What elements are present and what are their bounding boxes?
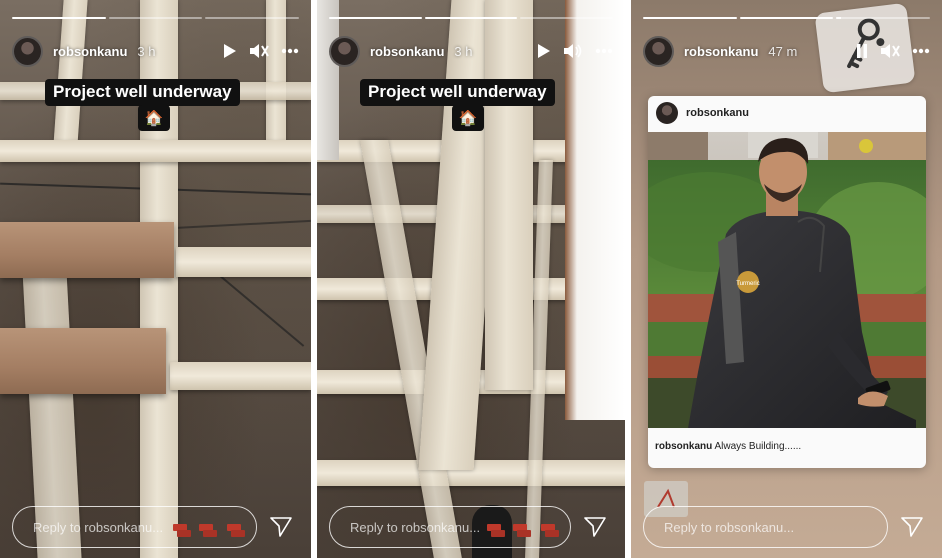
house-emoji-sticker: 🏠: [138, 105, 170, 131]
username[interactable]: robsonkanu: [53, 44, 127, 59]
progress-segment: [739, 17, 834, 19]
story-panel-1[interactable]: robsonkanu 3 h Project well underway 🏠: [0, 0, 311, 558]
reply-bar: [643, 506, 930, 548]
bricks-sticker-icon[interactable]: [485, 518, 563, 543]
more-options-icon[interactable]: [912, 48, 930, 54]
shared-post-caption: robsonkanu Always Building......: [655, 441, 801, 452]
shared-post-avatar: [656, 102, 678, 124]
story-header: robsonkanu 3 h: [12, 35, 299, 67]
shared-post-username: robsonkanu: [686, 107, 749, 119]
shared-post-header: robsonkanu: [648, 96, 926, 130]
avatar[interactable]: [12, 35, 43, 67]
story-progress-bar: [12, 17, 300, 19]
paper-plane-send-icon[interactable]: [263, 509, 299, 545]
username[interactable]: robsonkanu: [684, 44, 758, 59]
username[interactable]: robsonkanu: [370, 44, 444, 59]
progress-segment: [329, 17, 422, 19]
speaker-muted-icon[interactable]: [249, 42, 269, 60]
play-icon[interactable]: [537, 43, 551, 59]
progress-segment: [836, 17, 842, 19]
paper-plane-send-icon[interactable]: [577, 509, 613, 545]
avatar[interactable]: [643, 35, 674, 67]
reply-bar: [12, 506, 299, 548]
more-options-icon[interactable]: [281, 48, 299, 54]
story-panel-2[interactable]: robsonkanu 3 h Project well underway 🏠: [317, 0, 625, 558]
play-icon[interactable]: [223, 43, 237, 59]
story-text-sticker: Project well underway: [360, 79, 555, 106]
speaker-muted-icon[interactable]: [880, 42, 900, 60]
story-header: robsonkanu 47 m: [643, 35, 930, 67]
story-panel-3[interactable]: robsonkanu 47 m robsonkanu Turmeric robs…: [631, 0, 942, 558]
story-text-sticker: Project well underway: [45, 79, 240, 106]
progress-segment: [12, 17, 106, 19]
story-progress-bar: [329, 17, 614, 19]
post-time: 47 m: [768, 43, 798, 59]
shared-post-card[interactable]: robsonkanu Turmeric robsonkanu Always Bu…: [648, 96, 926, 468]
more-options-icon[interactable]: [595, 48, 613, 54]
bricks-sticker-icon[interactable]: [171, 518, 249, 538]
avatar[interactable]: [329, 35, 360, 67]
house-emoji-sticker: 🏠: [452, 105, 484, 131]
post-time: 3 h: [137, 43, 156, 59]
paper-plane-send-icon[interactable]: [894, 509, 930, 545]
story-progress-bar: [643, 17, 931, 19]
post-time: 3 h: [454, 43, 473, 59]
pause-icon[interactable]: [856, 43, 868, 59]
caption-username: robsonkanu: [655, 441, 713, 452]
caption-text: Always Building......: [714, 441, 802, 452]
speaker-icon[interactable]: [563, 42, 583, 60]
shared-post-photo: Turmeric: [648, 132, 926, 428]
progress-segment: [424, 17, 518, 19]
reply-bar: [329, 506, 613, 548]
story-header: robsonkanu 3 h: [329, 35, 613, 67]
reply-input[interactable]: [643, 506, 888, 548]
jacket-badge-text: Turmeric: [736, 281, 759, 287]
progress-segment: [643, 17, 737, 19]
